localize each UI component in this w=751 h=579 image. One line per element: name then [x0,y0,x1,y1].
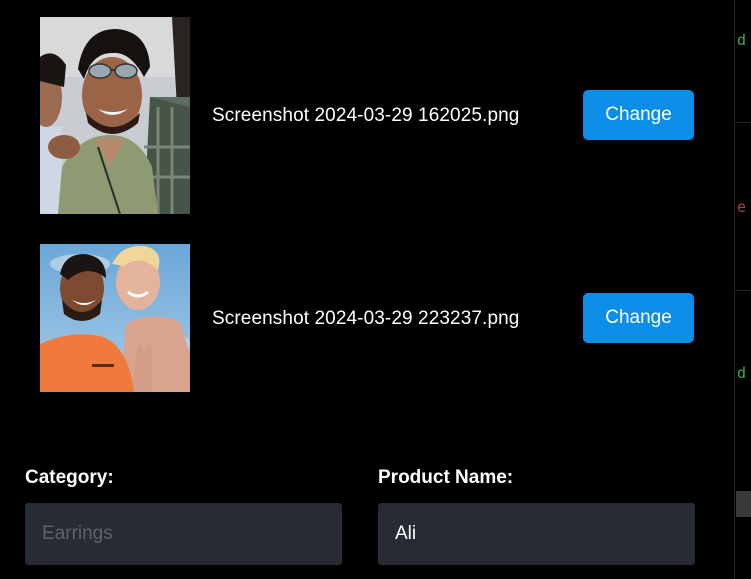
code-glyph: e [737,198,747,216]
image-thumbnail [40,244,190,392]
product-edit-panel: Screenshot 2024-03-29 162025.png Change [0,0,734,579]
image-file-name: Screenshot 2024-03-29 223237.png [212,308,520,329]
image-thumbnail [40,17,190,214]
app-window: Screenshot 2024-03-29 162025.png Change [0,0,751,579]
code-glyph: d [737,31,747,49]
category-label: Category: [25,467,114,488]
image-row: Screenshot 2024-03-29 223237.png Change [40,244,700,392]
product-name-input[interactable] [378,503,695,565]
image-file-name: Screenshot 2024-03-29 162025.png [212,105,520,126]
background-editor-strip: d e d [734,0,751,579]
change-image-button[interactable]: Change [583,293,694,343]
scrollbar-thumb[interactable] [736,491,751,517]
divider [735,290,751,291]
beach-selfie-photo-icon [40,244,190,392]
group-selfie-photo-icon [40,17,190,214]
product-name-label: Product Name: [378,467,514,488]
image-row: Screenshot 2024-03-29 162025.png Change [40,17,700,214]
code-glyph: d [737,364,747,382]
divider [735,122,751,123]
category-input[interactable] [25,503,342,565]
change-image-button[interactable]: Change [583,90,694,140]
